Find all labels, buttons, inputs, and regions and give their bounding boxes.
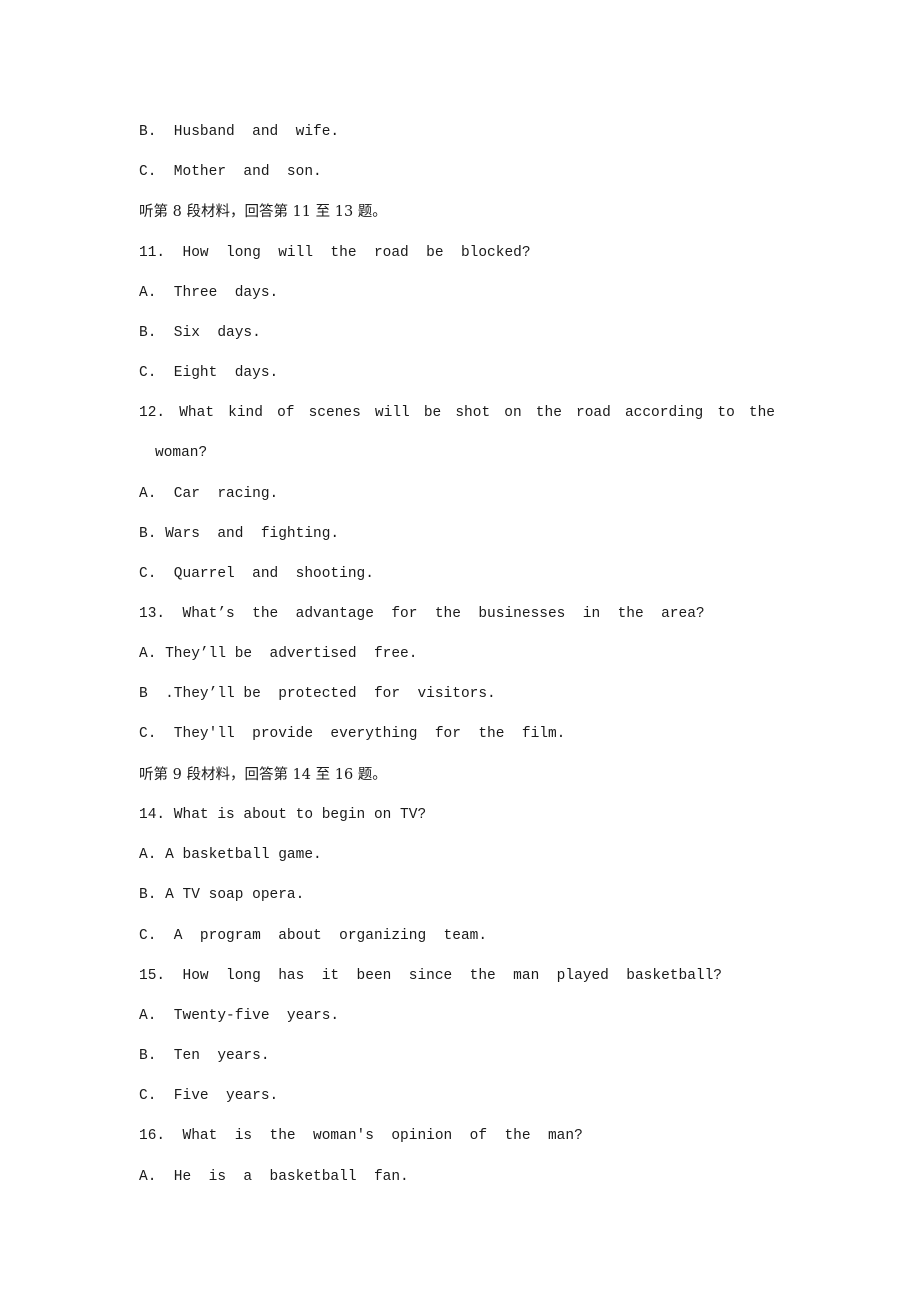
question-11: 11. How long will the road be blocked? — [139, 245, 531, 261]
option-13c: C. They'll provide everything for the fi… — [139, 726, 566, 742]
option-13b: B .They’ll be protected for visitors. — [139, 686, 496, 702]
question-12: 12. What kind of scenes will be shot on … — [139, 405, 775, 421]
option-10c: C. Mother and son. — [139, 164, 322, 180]
option-14a: A. A basketball game. — [139, 847, 322, 863]
question-15: 15. How long has it been since the man p… — [139, 968, 722, 984]
option-10b: B. Husband and wife. — [139, 124, 340, 140]
section-instruction-8: 听第 8 段材料，回答第 11 至 13 题。 — [139, 204, 387, 220]
option-13a: A. They’ll be advertised free. — [139, 646, 418, 662]
document-page: B. Husband and wife. C. Mother and son. … — [0, 0, 920, 1302]
option-11b: B. Six days. — [139, 325, 261, 341]
question-12-continuation: woman? — [155, 445, 208, 461]
question-13: 13. What’s the advantage for the busines… — [139, 606, 705, 622]
section-instruction-9: 听第 9 段材料，回答第 14 至 16 题。 — [139, 767, 387, 783]
question-16: 16. What is the woman's opinion of the m… — [139, 1128, 583, 1144]
option-14b: B. A TV soap opera. — [139, 887, 305, 903]
option-12c: C. Quarrel and shooting. — [139, 566, 374, 582]
option-14c: C. A program about organizing team. — [139, 928, 488, 944]
option-15b: B. Ten years. — [139, 1048, 270, 1064]
option-11a: A. Three days. — [139, 285, 279, 301]
option-15c: C. Five years. — [139, 1088, 279, 1104]
option-12b: B. Wars and fighting. — [139, 526, 340, 542]
question-14: 14. What is about to begin on TV? — [139, 807, 427, 823]
option-15a: A. Twenty-five years. — [139, 1008, 340, 1024]
option-16a: A. He is a basketball fan. — [139, 1169, 409, 1185]
option-12a: A. Car racing. — [139, 486, 279, 502]
option-11c: C. Eight days. — [139, 365, 279, 381]
